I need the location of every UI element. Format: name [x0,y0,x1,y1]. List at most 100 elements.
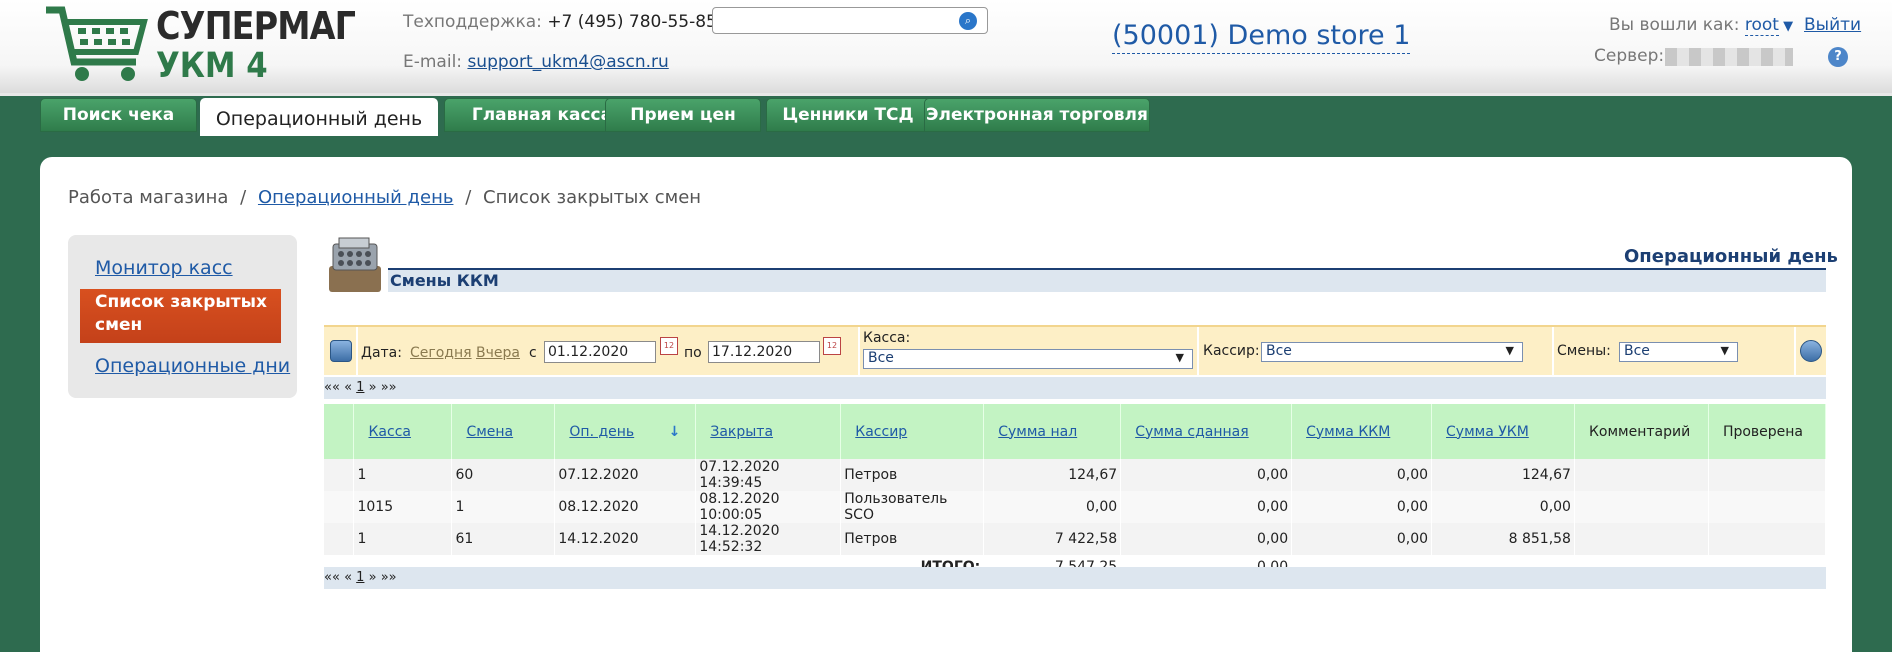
table-header-cell [324,404,355,459]
cell-op-day: 07.12.2020 [554,459,697,491]
col-handed-sum-link[interactable]: Сумма сданная [1135,424,1248,440]
cell-op-day: 08.12.2020 [554,491,697,523]
cell-kkm-sum: 0,00 [1291,459,1433,491]
sidebar-item-monitor[interactable]: Монитор касс [95,257,233,279]
cell-kkm-sum: 0,00 [1291,523,1433,555]
breadcrumb-root: Работа магазина [68,187,229,208]
section-subtitle: Смены ККМ [390,271,499,290]
pager-first[interactable]: «« [324,380,340,395]
cart-icon [46,6,148,81]
col-smena-link[interactable]: Смена [466,424,513,440]
login-label: Вы вошли как: [1609,15,1740,35]
col-op-day-link[interactable]: Оп. день [569,424,634,440]
pager-prev[interactable]: « [344,570,352,585]
col-closed-link[interactable]: Закрыта [710,424,773,440]
row-spacer [324,491,355,523]
cell-cash-sum: 124,67 [983,459,1122,491]
pager-first[interactable]: «« [324,570,340,585]
to-label: по [684,345,702,361]
date-to-input[interactable]: 17.12.2020 [708,341,820,363]
col-kkm-sum[interactable]: Сумма ККМ [1291,404,1433,459]
store-selector[interactable]: (50001) Demo store 1 [1112,20,1411,54]
cell-cash-sum: 0,00 [983,491,1122,523]
shifts-select[interactable]: Все ▼ [1619,342,1738,362]
breadcrumb: Работа магазина / Операционный день / Сп… [68,187,701,208]
cell-handed-sum: 0,00 [1120,459,1293,491]
tab-price-tags[interactable]: Ценники ТСД [766,98,930,132]
logout-link[interactable]: Выйти [1804,15,1861,35]
sidebar-item-operational-days[interactable]: Операционные дни [95,355,290,377]
col-smena[interactable]: Смена [451,404,556,459]
breadcrumb-current: Список закрытых смен [483,187,702,208]
breadcrumb-separator: / [465,187,472,208]
cashier-select[interactable]: Все ▼ [1261,342,1523,362]
cell-kassa: 1015 [353,491,453,523]
table-row[interactable]: 1015 1 08.12.2020 08.12.2020 10:00:05 По… [324,491,1827,523]
col-ukm-sum[interactable]: Сумма УКМ [1431,404,1575,459]
row-spacer [324,523,355,555]
search-input[interactable]: ⌕ [712,7,988,34]
server-label: Сервер: [1594,46,1665,66]
help-icon[interactable]: ? [1828,47,1848,67]
col-ukm-sum-link[interactable]: Сумма УКМ [1446,424,1529,440]
chevron-down-icon[interactable]: ▼ [1779,19,1793,34]
cell-cashier: Петров [840,459,985,491]
from-label: с [529,345,537,361]
col-kassa-link[interactable]: Касса [368,424,411,440]
cell-smena: 60 [451,459,556,491]
cell-kkm-sum: 0,00 [1291,491,1433,523]
logo-subtitle: УКМ 4 [156,46,268,86]
calendar-icon[interactable]: 12 [823,337,841,355]
cell-cashier: Пользователь SCO [840,491,985,523]
refresh-icon[interactable] [1800,340,1822,362]
date-from-input[interactable]: 01.12.2020 [544,341,656,363]
refresh-left-icon[interactable] [330,340,352,362]
support-label: Техподдержка: [403,12,542,32]
col-closed[interactable]: Закрыта [695,404,842,459]
col-cashier[interactable]: Кассир [840,404,985,459]
col-cash-sum-link[interactable]: Сумма нал [998,424,1077,440]
pager-next[interactable]: » [369,380,377,395]
kassa-select[interactable]: Все ▼ [863,349,1193,369]
cell-ukm-sum: 0,00 [1431,491,1575,523]
tab-price-import[interactable]: Прием цен [605,98,761,132]
logo[interactable]: СУПЕРМАГ УКМ 4 [44,4,356,86]
col-cash-sum[interactable]: Сумма нал [983,404,1122,459]
col-cashier-link[interactable]: Кассир [855,424,907,440]
breadcrumb-link[interactable]: Операционный день [258,187,454,208]
email-link[interactable]: support_ukm4@ascn.ru [467,52,668,72]
section-title: Операционный день [1624,246,1838,267]
row-spacer [324,459,355,491]
login-info: Вы вошли как: root ▼ [1609,15,1793,36]
calendar-icon[interactable]: 12 [660,337,678,355]
table-row[interactable]: 1 60 07.12.2020 07.12.2020 14:39:45 Петр… [324,459,1827,491]
yesterday-link[interactable]: Вчера [476,345,520,361]
pager-last[interactable]: »» [381,570,397,585]
table-row[interactable]: 1 61 14.12.2020 14.12.2020 14:52:32 Петр… [324,523,1827,555]
col-kkm-sum-link[interactable]: Сумма ККМ [1306,424,1390,440]
col-kassa[interactable]: Касса [353,404,453,459]
pager-page[interactable]: 1 [356,380,364,395]
search-icon[interactable]: ⌕ [959,12,977,30]
pager-last[interactable]: »» [381,380,397,395]
col-op-day[interactable]: Оп. день ↓ [554,404,697,459]
logo-title: СУПЕРМАГ [156,4,356,48]
col-comment: Комментарий [1574,404,1709,459]
pager-prev[interactable]: « [344,380,352,395]
kassa-label: Касса: [863,330,911,346]
tab-ecommerce[interactable]: Электронная торговля [924,98,1150,132]
pager-page[interactable]: 1 [356,570,364,585]
tab-receipt-search[interactable]: Поиск чека [40,98,197,132]
sort-desc-icon[interactable]: ↓ [669,424,681,440]
cell-ukm-sum: 8 851,58 [1431,523,1575,555]
cell-kassa: 1 [353,459,453,491]
cell-closed: 08.12.2020 10:00:05 [695,491,842,523]
cell-handed-sum: 0,00 [1120,491,1293,523]
tab-operational-day[interactable]: Операционный день [200,98,438,136]
user-menu[interactable]: root [1744,15,1779,36]
sidebar-item-closed-shifts[interactable]: Список закрытых смен [80,289,281,343]
pager-next[interactable]: » [369,570,377,585]
pager-top: «« « 1 » »» [324,377,1826,399]
col-handed-sum[interactable]: Сумма сданная [1120,404,1293,459]
today-link[interactable]: Сегодня [410,345,472,361]
